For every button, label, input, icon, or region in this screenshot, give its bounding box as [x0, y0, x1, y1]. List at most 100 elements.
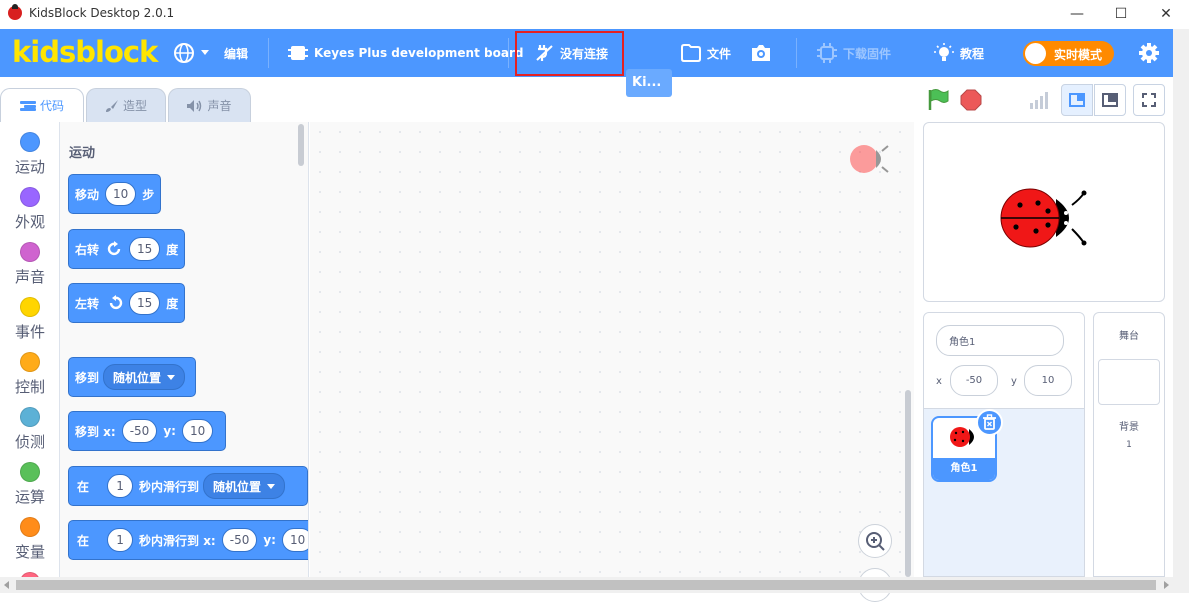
glide-xy-block[interactable]: 在 1 秒内滑行到 x: -50 y: 10: [68, 520, 308, 560]
block-text: 移到: [75, 370, 100, 385]
degrees-input[interactable]: 15: [129, 291, 161, 315]
stop-icon: [960, 89, 982, 111]
small-stage-button[interactable]: [1061, 84, 1093, 116]
category-control[interactable]: 控制: [0, 347, 59, 402]
category-motion[interactable]: 运动: [0, 127, 59, 182]
signal-strength-indicator: [1029, 84, 1049, 116]
category-operators[interactable]: 运算: [0, 457, 59, 512]
board-selector[interactable]: Keyes Plus development board: [288, 29, 523, 77]
seconds-input[interactable]: 1: [107, 528, 134, 552]
toggle-knob: [1025, 43, 1046, 64]
language-menu[interactable]: [173, 29, 215, 77]
fullscreen-button[interactable]: [1133, 84, 1165, 116]
stop-button[interactable]: [960, 84, 982, 116]
speaker-icon: [187, 99, 202, 112]
delete-sprite-button[interactable]: [976, 409, 1003, 436]
move-steps-block[interactable]: 移动 10 步: [68, 174, 162, 214]
maximize-button[interactable]: ☐: [1098, 0, 1144, 28]
block-palette: 运动 移动 10 步 右转 15 度 左转 15 度 移到 随机位置 移到 x:…: [60, 122, 309, 577]
code-icon: [19, 100, 36, 111]
block-text: 步: [142, 187, 155, 202]
stage-canvas[interactable]: [923, 122, 1165, 302]
block-text: 在: [77, 479, 90, 494]
sprite-name-field[interactable]: 角色1: [936, 325, 1064, 356]
category-label: 运算: [14, 488, 45, 506]
project-title-tab[interactable]: Ki...: [626, 69, 672, 97]
x-input[interactable]: -50: [221, 528, 258, 552]
degrees-input[interactable]: 15: [129, 237, 161, 261]
block-text: 右转: [75, 242, 100, 257]
window-horizontal-scrollbar[interactable]: [0, 577, 1189, 593]
category-sound[interactable]: 声音: [0, 237, 59, 292]
turn-right-block[interactable]: 右转 15 度: [68, 229, 186, 269]
workspace-scrollbar[interactable]: [905, 390, 911, 577]
stage-label: 舞台: [1119, 331, 1139, 342]
category-label: 外观: [14, 213, 45, 231]
category-color-dot: [20, 187, 40, 207]
category-sensing[interactable]: 侦测: [0, 402, 59, 457]
goto-block[interactable]: 移到 随机位置: [68, 357, 197, 397]
tab-code[interactable]: 代码: [0, 88, 84, 122]
menu-divider: [508, 38, 509, 68]
ladybug-app-icon: [8, 4, 22, 20]
category-events[interactable]: 事件: [0, 292, 59, 347]
steps-input[interactable]: 10: [105, 182, 137, 206]
sprite-x-field[interactable]: -50: [950, 365, 998, 396]
stage-thumbnail[interactable]: [1098, 359, 1160, 405]
tab-costume[interactable]: 造型: [86, 88, 166, 122]
stage-selector[interactable]: 舞台 背景 1: [1093, 312, 1165, 577]
glide-target-dropdown[interactable]: 随机位置: [203, 473, 286, 499]
tab-sound[interactable]: 声音: [168, 88, 251, 122]
close-button[interactable]: ✕: [1143, 0, 1189, 28]
category-variables[interactable]: 变量: [0, 512, 59, 567]
tutorial-label: 教程: [960, 46, 985, 61]
block-text: 度: [166, 242, 179, 257]
category-label: 变量: [14, 543, 45, 561]
block-text: 移动: [75, 187, 100, 202]
tutorial-button[interactable]: 教程: [934, 29, 984, 77]
green-flag-button[interactable]: [927, 84, 951, 116]
block-text: y:: [263, 533, 276, 547]
y-label: y: [1011, 376, 1017, 387]
block-text: 移到 x:: [75, 424, 116, 439]
category-more[interactable]: [0, 567, 59, 577]
realtime-mode-toggle[interactable]: 实时模式: [1023, 41, 1114, 66]
palette-heading: 运动: [69, 146, 96, 161]
sprite-y-field[interactable]: 10: [1024, 365, 1072, 396]
window-vertical-scrollbar[interactable]: [1173, 29, 1189, 577]
gear-icon: [1139, 43, 1159, 63]
block-categories: 运动 外观 声音 事件 控制 侦测 运算 变量: [0, 122, 60, 577]
scroll-left-arrow-icon[interactable]: [4, 581, 9, 589]
file-menu[interactable]: 文件: [681, 29, 731, 77]
small-stage-icon: [1069, 93, 1085, 107]
goto-target-dropdown[interactable]: 随机位置: [103, 364, 186, 390]
turn-left-block[interactable]: 左转 15 度: [68, 283, 186, 323]
menu-divider: [268, 38, 269, 68]
camera-icon: [752, 45, 770, 61]
zoom-in-button[interactable]: [858, 524, 892, 558]
green-flag-icon: [928, 89, 949, 110]
palette-scrollbar[interactable]: [298, 124, 304, 166]
screenshot-button[interactable]: [750, 29, 778, 77]
brush-icon: [105, 99, 118, 112]
minimize-button[interactable]: —: [1054, 0, 1100, 28]
block-text: y:: [163, 424, 176, 438]
y-input[interactable]: 10: [281, 528, 308, 552]
code-workspace[interactable]: [310, 122, 914, 602]
x-input[interactable]: -50: [121, 419, 158, 443]
block-text: 左转: [75, 296, 100, 311]
category-looks[interactable]: 外观: [0, 182, 59, 237]
glide-block[interactable]: 在 1 秒内滑行到 随机位置: [68, 466, 308, 506]
large-stage-button[interactable]: [1094, 84, 1126, 116]
settings-button[interactable]: [1138, 29, 1166, 77]
category-label: 事件: [14, 323, 45, 341]
edit-menu[interactable]: 编辑: [224, 29, 248, 77]
scroll-right-arrow-icon[interactable]: [1164, 581, 1169, 589]
download-firmware-button[interactable]: 下载固件: [817, 29, 891, 77]
x-label: x: [936, 376, 942, 387]
horizontal-scroll-thumb[interactable]: [16, 580, 1156, 590]
goto-xy-block[interactable]: 移到 x: -50 y: 10: [68, 411, 227, 451]
y-input[interactable]: 10: [181, 419, 214, 443]
seconds-input[interactable]: 1: [107, 474, 134, 498]
category-color-dot: [20, 132, 40, 152]
